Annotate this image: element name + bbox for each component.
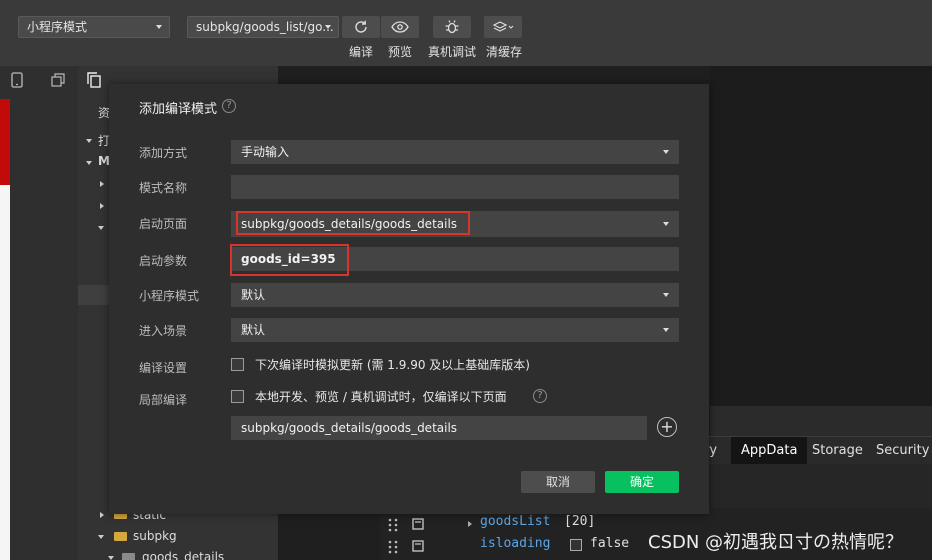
tab-storage[interactable]: Storage	[812, 437, 863, 465]
confirm-button[interactable]: 确定	[605, 471, 679, 493]
chevron-right-icon[interactable]	[100, 512, 104, 518]
mode-select-value: 小程序模式	[27, 20, 88, 34]
chevron-right-icon[interactable]	[468, 521, 472, 527]
bug-icon	[445, 20, 459, 34]
add-method-select[interactable]: 手动输入	[231, 140, 679, 164]
add-method-label: 添加方式	[139, 146, 188, 160]
chevron-down-icon	[663, 328, 669, 332]
chevron-down-icon[interactable]	[108, 556, 114, 560]
chevron-right-icon[interactable]	[100, 203, 104, 209]
remote-debug-button[interactable]	[433, 16, 471, 38]
partial-compile-option-label: 本地开发、预览 / 真机调试时，仅编译以下页面	[255, 390, 507, 404]
chevron-down-icon	[663, 222, 669, 226]
compile-label: 编译	[349, 45, 374, 59]
compile-page-select[interactable]: subpkg/goods_list/go...	[187, 16, 339, 38]
folder-icon	[122, 553, 135, 560]
top-toolbar: 小程序模式 subpkg/goods_list/go... 编译 预览 真机调试…	[0, 0, 932, 66]
selected-row	[78, 285, 110, 305]
right-panel	[710, 66, 932, 406]
help-icon[interactable]: ?	[533, 389, 547, 403]
simulator-panel	[0, 66, 78, 560]
edit-box-icon[interactable]	[412, 540, 424, 552]
simulate-update-label: 下次编译时模拟更新 (需 1.9.90 及以上基础库版本)	[255, 358, 530, 372]
mode-name-label: 模式名称	[139, 181, 188, 195]
debugger-toolbar	[700, 464, 932, 508]
help-icon[interactable]: ?	[222, 99, 236, 113]
appdata-value: [20]	[564, 514, 596, 529]
dialog-title: 添加编译模式	[139, 102, 218, 117]
preview-button[interactable]	[381, 16, 419, 38]
clear-cache-button[interactable]	[484, 16, 522, 38]
phone-icon[interactable]	[10, 72, 24, 88]
launch-params-label: 启动参数	[139, 254, 188, 268]
chevron-down-icon[interactable]	[98, 226, 104, 230]
devtools-window: 小程序模式 subpkg/goods_list/go... 编译 预览 真机调试…	[0, 0, 932, 560]
scene-select[interactable]: 默认	[231, 318, 679, 342]
debugger-tabs: ry AppData Storage Security	[700, 436, 932, 465]
chevron-down-icon	[325, 25, 331, 29]
simulate-update-checkbox[interactable]	[231, 358, 244, 371]
chevron-down-icon[interactable]	[98, 535, 104, 539]
scene-value: 默认	[241, 323, 266, 337]
simulator-header	[0, 99, 10, 185]
appdata-value: false	[590, 536, 630, 551]
chevron-down-icon[interactable]	[86, 161, 92, 165]
chevron-down-icon[interactable]	[86, 139, 92, 143]
chevron-right-icon[interactable]	[100, 181, 104, 187]
drag-handle-icon[interactable]	[388, 518, 398, 532]
appdata-key: isloading	[480, 536, 551, 551]
tree-item-subpkg[interactable]: subpkg	[133, 529, 177, 543]
edit-box-icon[interactable]	[412, 518, 424, 530]
chevron-down-icon	[663, 293, 669, 297]
add-page-button[interactable]: +	[657, 417, 677, 437]
compile-settings-label: 编译设置	[139, 361, 188, 375]
highlight-box	[230, 244, 349, 276]
mini-mode-label: 小程序模式	[139, 289, 200, 303]
add-method-value: 手动输入	[241, 145, 290, 159]
eye-icon	[391, 21, 409, 33]
mini-mode-select[interactable]: 默认	[231, 283, 679, 307]
partial-compile-label: 局部编译	[139, 393, 188, 407]
highlight-box	[236, 211, 470, 235]
watermark-text: CSDN @初遇我ㄖ寸の热情呢？	[648, 532, 904, 553]
clear-cache-label: 清缓存	[486, 45, 523, 59]
compile-page-value: subpkg/goods_list/go...	[196, 20, 334, 34]
tree-item-goods-details[interactable]: goods_details	[142, 550, 224, 560]
mini-mode-value: 默认	[241, 288, 266, 302]
partial-page-value: subpkg/goods_details/goods_details	[241, 421, 458, 435]
mode-select[interactable]: 小程序模式	[18, 16, 170, 38]
scene-label: 进入场景	[139, 324, 188, 338]
window-icon[interactable]	[50, 72, 66, 88]
tab-security[interactable]: Security	[876, 437, 929, 465]
cancel-button[interactable]: 取消	[521, 471, 595, 493]
layers-icon	[492, 21, 514, 32]
refresh-icon	[355, 20, 367, 33]
chevron-down-icon	[156, 25, 162, 29]
preview-label: 预览	[388, 45, 413, 59]
appdata-checkbox[interactable]	[570, 539, 582, 551]
partial-compile-checkbox[interactable]	[231, 390, 244, 403]
tab-appdata[interactable]: AppData	[731, 437, 808, 465]
appdata-key: goodsList	[480, 514, 551, 529]
folder-icon	[114, 532, 127, 541]
launch-page-label: 启动页面	[139, 217, 188, 231]
remote-debug-label: 真机调试	[428, 45, 477, 59]
compile-button[interactable]	[342, 16, 380, 38]
mode-name-input[interactable]	[231, 175, 679, 199]
add-compile-mode-dialog: 添加编译模式 ? 添加方式 手动输入 模式名称 启动页面 subpkg/good…	[109, 84, 709, 514]
chevron-down-icon	[663, 150, 669, 154]
partial-page-input[interactable]: subpkg/goods_details/goods_details	[231, 416, 647, 440]
drag-handle-icon[interactable]	[388, 540, 398, 554]
copy-icon[interactable]	[86, 72, 102, 88]
